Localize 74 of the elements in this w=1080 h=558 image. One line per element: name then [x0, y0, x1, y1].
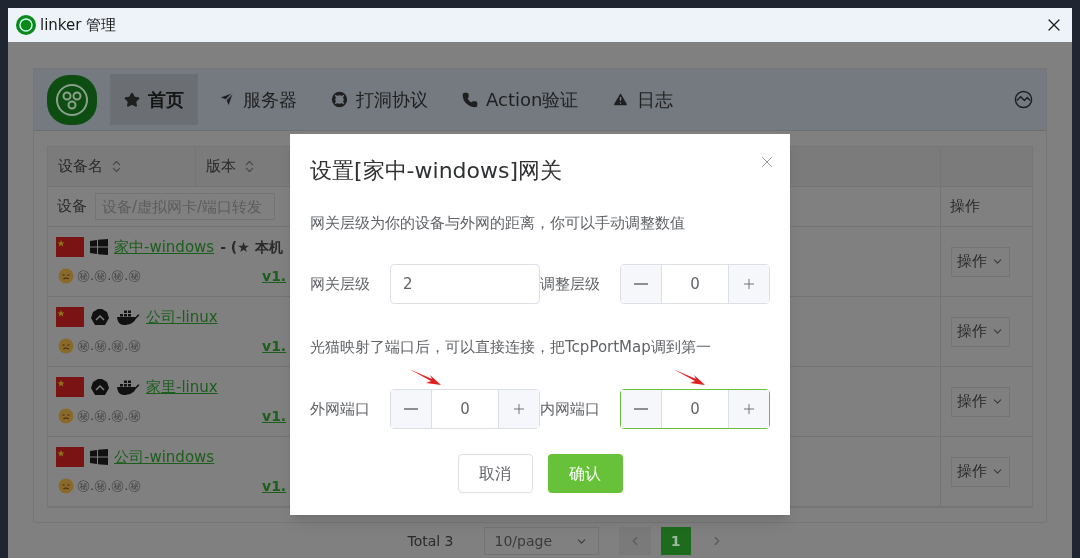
field-label: 网关层级 — [310, 273, 371, 295]
ip-address: ㊙.㊙.㊙.㊙ — [77, 407, 142, 426]
nav-tab[interactable]: Action验证 — [448, 74, 593, 125]
version-link[interactable]: v1. — [262, 335, 287, 357]
flag-icon — [56, 307, 84, 327]
app-logo-icon — [47, 74, 97, 125]
lifebuoy-icon — [331, 91, 348, 108]
warning-icon — [612, 91, 630, 108]
decrement-button[interactable] — [621, 265, 662, 303]
dialog-description: 网关层级为你的设备与外网的距离，你可以手动调整数值 — [310, 213, 686, 234]
phone-icon — [462, 91, 478, 108]
minus-icon — [634, 283, 648, 285]
version-link[interactable]: v1. — [262, 405, 287, 427]
circle-wave-icon[interactable] — [1014, 90, 1033, 109]
number-stepper[interactable]: 0 — [620, 264, 770, 304]
field-label: 外网端口 — [310, 398, 371, 420]
input-field[interactable]: 2 — [390, 264, 540, 304]
windows-icon — [90, 239, 108, 255]
minus-icon — [634, 408, 648, 410]
version-link[interactable]: v1. — [262, 265, 287, 287]
nav-tab[interactable]: 服务器 — [204, 74, 311, 125]
version-link[interactable]: v1. — [262, 475, 287, 497]
field-label: 内网端口 — [540, 398, 601, 420]
increment-button[interactable] — [498, 390, 539, 428]
number-stepper[interactable]: 0 — [620, 389, 770, 429]
device-note: - (★ 本机 — [220, 237, 283, 257]
action-dropdown[interactable]: 操作 — [951, 456, 1010, 487]
device-name-link[interactable]: 公司-windows — [114, 445, 215, 469]
cancel-button[interactable]: 取消 — [457, 454, 533, 493]
nav-tab[interactable]: 日志 — [598, 74, 688, 125]
linux-icon — [90, 308, 110, 326]
window-title: linker 管理 — [40, 14, 117, 36]
device-name-link[interactable]: 家中-windows — [114, 235, 215, 259]
total-count: Total 3 — [407, 531, 454, 551]
plus-icon — [511, 401, 527, 417]
action-dropdown[interactable]: 操作 — [951, 246, 1010, 277]
decrement-button[interactable] — [391, 390, 432, 428]
device-name-link[interactable]: 家里-linux — [146, 375, 218, 399]
nav-tab[interactable]: 打洞协议 — [317, 74, 442, 125]
flag-icon — [56, 377, 84, 397]
field-label: 调整层级 — [540, 273, 601, 295]
minus-icon — [404, 408, 418, 410]
prev-page-button[interactable] — [618, 527, 651, 555]
windows-icon — [90, 449, 108, 465]
column-header: 操作 — [950, 196, 980, 218]
page-button[interactable]: 1 — [660, 527, 691, 555]
confirm-button[interactable]: 确认 — [547, 454, 623, 493]
ip-address: ㊙.㊙.㊙.㊙ — [77, 337, 142, 356]
face-icon — [58, 338, 74, 354]
ip-address: ㊙.㊙.㊙.㊙ — [77, 477, 142, 496]
filter-label: 设备 — [57, 196, 87, 218]
plus-icon — [741, 276, 757, 292]
page-size-select[interactable]: 10/page — [483, 527, 599, 555]
face-icon — [58, 478, 74, 494]
action-dropdown[interactable]: 操作 — [951, 386, 1010, 417]
star-icon — [124, 91, 140, 108]
number-stepper[interactable]: 0 — [390, 389, 540, 429]
face-icon — [58, 408, 74, 424]
ip-address: ㊙.㊙.㊙.㊙ — [77, 267, 142, 286]
linux-icon — [90, 378, 110, 396]
app-logo-icon — [16, 15, 36, 35]
plus-icon — [741, 401, 757, 417]
flag-icon — [56, 447, 84, 467]
dialog-hint: 光猫映射了端口后，可以直接连接，把TcpPortMap调到第一 — [310, 337, 712, 358]
column-header[interactable]: 设备名 — [48, 147, 196, 186]
nav-tab[interactable]: 首页 — [110, 74, 198, 125]
flag-icon — [56, 237, 84, 257]
face-icon — [58, 268, 74, 284]
paper-plane-icon — [218, 91, 235, 108]
device-name-link[interactable]: 公司-linux — [146, 305, 218, 329]
decrement-button[interactable] — [621, 390, 662, 428]
action-dropdown[interactable]: 操作 — [951, 316, 1010, 347]
increment-button[interactable] — [728, 265, 769, 303]
increment-button[interactable] — [728, 390, 769, 428]
